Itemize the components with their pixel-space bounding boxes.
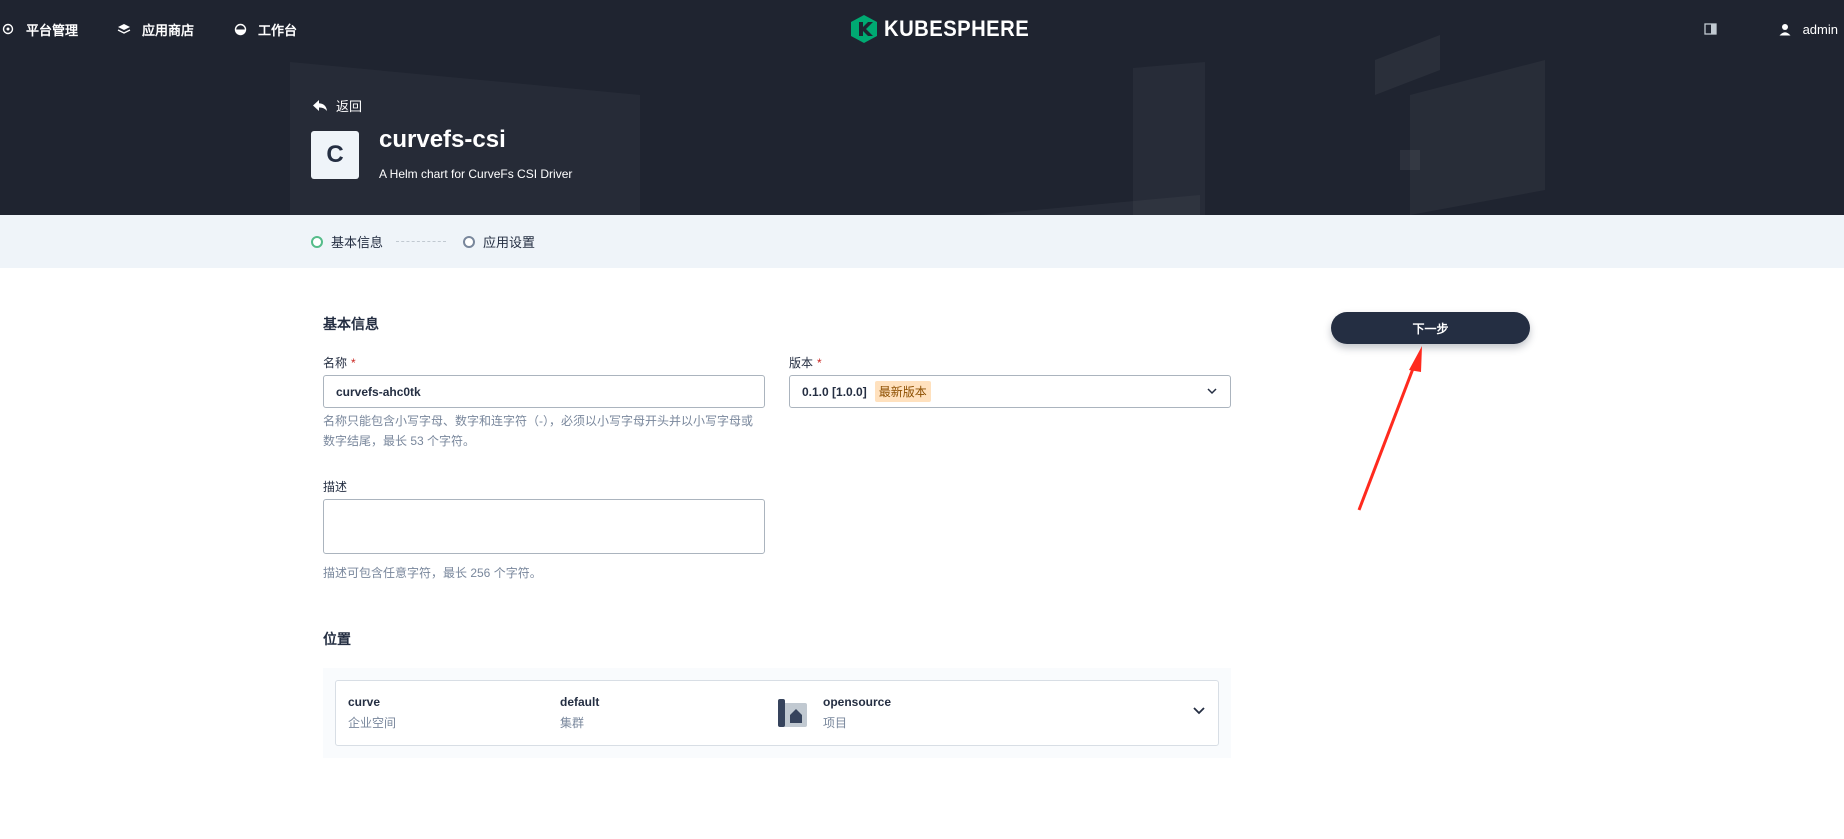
cluster-icon — [0, 21, 16, 37]
username: admin — [1802, 21, 1838, 37]
description-label: 描述 — [323, 480, 348, 494]
latest-version-badge: 最新版本 — [874, 381, 931, 402]
version-select[interactable]: 0.1.0 [1.0.0] 最新版本 — [789, 375, 1231, 408]
user-menu[interactable]: admin — [1779, 22, 1838, 37]
location-project: opensource 项目 — [823, 695, 891, 731]
app-description: A Helm chart for CurveFs CSI Driver — [379, 167, 573, 181]
project-value: opensource — [823, 695, 892, 709]
section-basic-info-title: 基本信息 — [323, 316, 379, 332]
back-arrow-icon — [312, 99, 328, 112]
app-header: 平台管理 应用商店 工作台 KUBESPHERE admin 返回 C curv… — [0, 0, 1844, 215]
name-hint-line2: 数字结尾，最长 53 个字符。 — [323, 434, 476, 448]
name-label-text: 名称 — [323, 356, 348, 370]
nav-platform-label: 平台管理 — [26, 22, 79, 38]
back-link[interactable]: 返回 — [312, 96, 362, 115]
app-title: curvefs-csi — [379, 126, 506, 153]
name-input[interactable] — [323, 375, 765, 408]
step-basic-info[interactable]: 基本信息 — [311, 215, 383, 268]
location-selector[interactable]: curve 企业空间 default 集群 opensource 项目 — [335, 680, 1219, 746]
top-navigation: 平台管理 应用商店 工作台 — [0, 0, 335, 58]
step-app-settings-label: 应用设置 — [483, 235, 536, 250]
nav-workbench[interactable]: 工作台 — [232, 20, 297, 39]
next-button[interactable]: 下一步 — [1331, 312, 1530, 344]
header-right-tools: admin — [1703, 0, 1838, 58]
user-icon — [1779, 23, 1791, 36]
location-cluster: default 集群 — [560, 695, 599, 731]
step-app-settings[interactable]: 应用设置 — [463, 215, 535, 268]
required-mark: * — [351, 356, 356, 370]
cluster-label: 集群 — [560, 716, 585, 730]
project-label: 项目 — [823, 716, 848, 730]
brand-name: KUBESPHERE — [884, 16, 1030, 41]
description-textarea[interactable] — [323, 499, 765, 554]
kubesphere-logo-icon — [851, 15, 877, 43]
nav-appstore-label: 应用商店 — [142, 22, 195, 38]
name-label: 名称 * — [323, 354, 356, 371]
kubesphere-logo[interactable]: KUBESPHERE — [850, 14, 1042, 44]
location-workspace: curve 企业空间 — [348, 695, 396, 731]
step-connector — [396, 241, 446, 242]
chevron-down-icon — [1192, 705, 1206, 717]
step-basic-info-label: 基本信息 — [331, 235, 384, 250]
required-mark: * — [817, 356, 822, 370]
section-location-title: 位置 — [323, 631, 351, 647]
nav-platform[interactable]: 平台管理 — [0, 20, 78, 39]
version-label: 版本 * — [789, 354, 822, 371]
location-panel: curve 企业空间 default 集群 opensource 项目 — [323, 668, 1231, 758]
description-hint: 描述可包含任意字符，最长 256 个字符。 — [323, 566, 542, 580]
name-hint: 名称只能包含小写字母、数字和连字符（-），必须以小写字母开头并以小写字母或 数字… — [323, 411, 753, 451]
workbench-icon — [232, 21, 248, 37]
version-label-text: 版本 — [789, 356, 814, 370]
back-label: 返回 — [336, 99, 363, 114]
app-avatar: C — [311, 131, 359, 179]
toolbox-icon[interactable] — [1703, 23, 1717, 35]
nav-workbench-label: 工作台 — [258, 22, 298, 38]
workspace-value: curve — [348, 695, 381, 709]
workspace-label: 企业空间 — [348, 716, 397, 730]
step-indicator-icon — [463, 235, 475, 248]
wizard-steps: 基本信息 应用设置 — [0, 215, 1844, 268]
name-hint-line1: 名称只能包含小写字母、数字和连字符（-），必须以小写字母开头并以小写字母或 — [323, 414, 753, 428]
nav-appstore[interactable]: 应用商店 — [116, 20, 194, 39]
version-value: 0.1.0 [1.0.0] — [802, 384, 867, 399]
appstore-icon — [116, 21, 132, 37]
step-indicator-icon — [311, 235, 323, 248]
chevron-down-icon — [1206, 386, 1218, 396]
project-icon — [777, 697, 809, 734]
cluster-value: default — [560, 695, 600, 709]
